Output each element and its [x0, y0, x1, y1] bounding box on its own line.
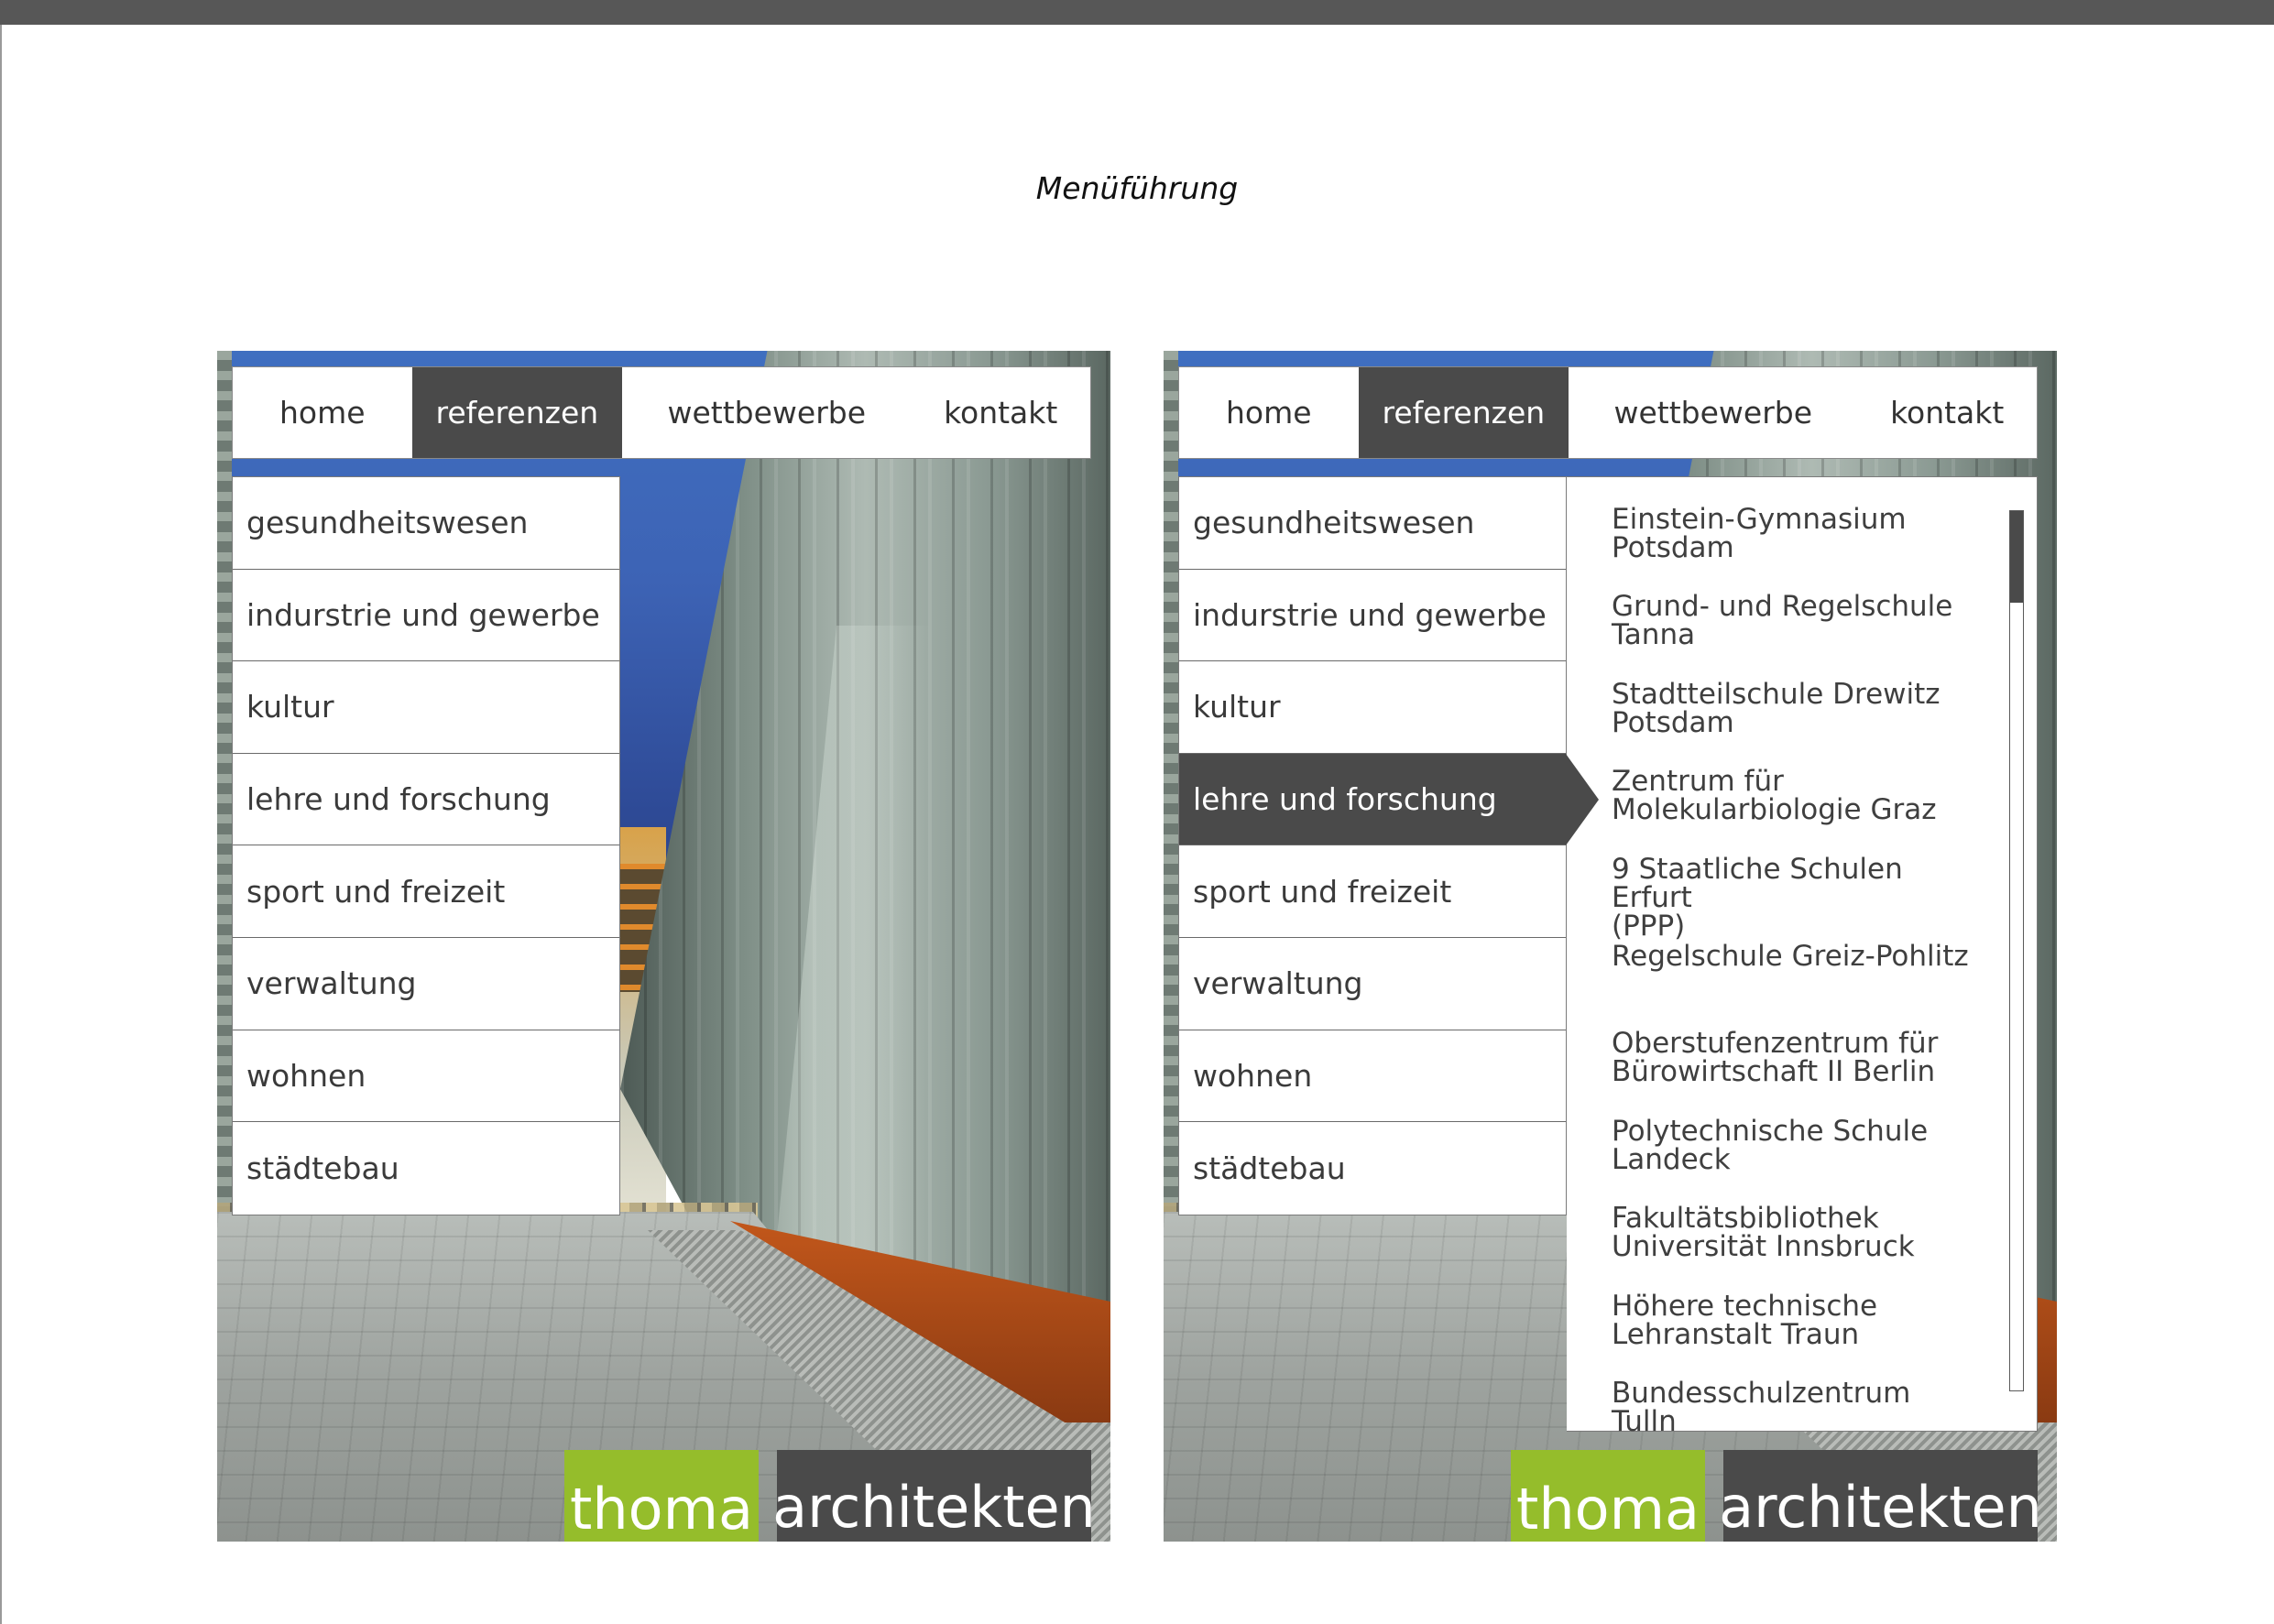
- submenu-item-industrie[interactable]: indurstrie und gewerbe: [233, 570, 619, 662]
- project-item-line: Höhere technische: [1612, 1289, 1878, 1323]
- project-item-line: Stadtteilschule Drewitz: [1612, 677, 1941, 711]
- nav-wettbewerbe[interactable]: wettbewerbe: [1569, 367, 1857, 458]
- project-item-line: Polytechnische Schule: [1612, 1114, 1929, 1148]
- logo-architekten[interactable]: architekten: [772, 1450, 1096, 1542]
- submenu-item-wohnen[interactable]: wohnen: [233, 1030, 619, 1123]
- nav-home[interactable]: home: [1179, 367, 1359, 458]
- nav-referenzen[interactable]: referenzen: [411, 367, 623, 458]
- nav-kontakt[interactable]: kontakt: [1857, 367, 2037, 458]
- submenu-item-gesundheitswesen[interactable]: gesundheitswesen: [1179, 477, 1566, 570]
- mockup-menu-open: home referenzen wettbewerbe kontakt gesu…: [217, 351, 1110, 1542]
- project-item-line: (PPP): [1612, 909, 1686, 943]
- submenu-item-lehre-active[interactable]: lehre und forschung: [1179, 753, 1599, 846]
- project-item[interactable]: Zentrum für Molekularbiologie Graz: [1612, 768, 1978, 855]
- submenu-item-sport[interactable]: sport und freizeit: [1179, 845, 1566, 938]
- project-item-line: Einstein-Gymnasium: [1612, 503, 1907, 536]
- scrollbar[interactable]: [2009, 510, 2024, 1391]
- project-item-line: Zentrum für: [1612, 765, 1784, 799]
- nav-referenzen[interactable]: referenzen: [1358, 367, 1569, 458]
- project-item-line: Landeck: [1612, 1142, 1731, 1176]
- logo-architekten[interactable]: architekten: [1719, 1450, 2042, 1542]
- nav-wettbewerbe[interactable]: wettbewerbe: [622, 367, 911, 458]
- project-item[interactable]: Grund- und Regelschule Tanna: [1612, 593, 1978, 680]
- project-panel: Einstein-Gymnasium Potsdam Grund- und Rege…: [1567, 476, 2038, 1435]
- project-item-line: Oberstufenzentrum für: [1612, 1027, 1939, 1061]
- project-item-line: Potsdam: [1612, 531, 1734, 564]
- logo-thoma[interactable]: thoma: [1511, 1450, 1705, 1542]
- project-item-line: Universität Innsbruck: [1612, 1230, 1915, 1264]
- page-border: [0, 25, 2, 1624]
- project-item-line: Fakultätsbibliothek: [1612, 1202, 1879, 1236]
- submenu-item-wohnen[interactable]: wohnen: [1179, 1030, 1566, 1123]
- project-item-line: Lehranstalt Traun: [1612, 1317, 1860, 1351]
- project-item[interactable]: 9 Staatliche Schulen Erfurt (PPP): [1612, 852, 1978, 943]
- submenu-item-staedtebau[interactable]: städtebau: [233, 1122, 619, 1215]
- submenu-item-kultur[interactable]: kultur: [1179, 661, 1566, 754]
- project-item-line: Bundesschulzentrum Tulln: [1612, 1376, 1911, 1438]
- submenu-item-staedtebau[interactable]: städtebau: [1179, 1122, 1566, 1215]
- project-item-line: Potsdam: [1612, 705, 1734, 739]
- submenu-item-lehre[interactable]: lehre und forschung: [233, 754, 619, 846]
- project-item[interactable]: Polytechnische Schule Landeck: [1612, 1117, 1978, 1204]
- main-nav: home referenzen wettbewerbe kontakt: [1178, 366, 2038, 459]
- project-item-line: Bürowirtschaft II Berlin: [1612, 1055, 1936, 1089]
- project-list: Einstein-Gymnasium Potsdam Grund- und Rege…: [1612, 506, 1978, 1466]
- submenu-item-verwaltung[interactable]: verwaltung: [233, 938, 619, 1030]
- project-item[interactable]: Höhere technische Lehranstalt Traun: [1612, 1292, 1978, 1379]
- page-title: Menüführung: [1035, 170, 1239, 206]
- submenu-item-kultur[interactable]: kultur: [233, 661, 619, 754]
- submenu-item-sport[interactable]: sport und freizeit: [233, 845, 619, 938]
- project-item-line: Tanna: [1612, 618, 1696, 652]
- project-item-line: 9 Staatliche Schulen Erfurt: [1612, 852, 1903, 914]
- nav-kontakt[interactable]: kontakt: [911, 367, 1090, 458]
- project-item[interactable]: Stadtteilschule Drewitz Potsdam: [1612, 677, 1978, 768]
- project-item-line: Grund- und Regelschule: [1612, 590, 1953, 624]
- project-item-line: Molekularbiologie Graz: [1612, 793, 1937, 827]
- category-submenu: gesundheitswesen indurstrie und gewerbe …: [1178, 476, 1599, 1215]
- logo-thoma[interactable]: thoma: [564, 1450, 759, 1542]
- category-submenu: gesundheitswesen indurstrie und gewerbe …: [232, 476, 620, 1215]
- project-item[interactable]: Einstein-Gymnasium Potsdam: [1612, 506, 1978, 593]
- project-item[interactable]: Fakultätsbibliothek Universität Innsbruck: [1612, 1204, 1978, 1292]
- top-bar: [0, 0, 2274, 25]
- mockup-projects-open: home referenzen wettbewerbe kontakt Eins…: [1164, 351, 2057, 1542]
- project-item-line: Regelschule Greiz-Pohlitz: [1612, 939, 1969, 973]
- main-nav: home referenzen wettbewerbe kontakt: [232, 366, 1091, 459]
- submenu-item-industrie[interactable]: indurstrie und gewerbe: [1179, 570, 1566, 662]
- scrollbar-thumb[interactable]: [2010, 511, 2023, 603]
- project-item[interactable]: Regelschule Greiz-Pohlitz: [1612, 939, 1978, 1030]
- submenu-item-verwaltung[interactable]: verwaltung: [1179, 938, 1566, 1030]
- nav-home[interactable]: home: [233, 367, 412, 458]
- project-item[interactable]: Oberstufenzentrum für Bürowirtschaft II B…: [1612, 1030, 1978, 1117]
- submenu-item-gesundheitswesen[interactable]: gesundheitswesen: [233, 477, 619, 570]
